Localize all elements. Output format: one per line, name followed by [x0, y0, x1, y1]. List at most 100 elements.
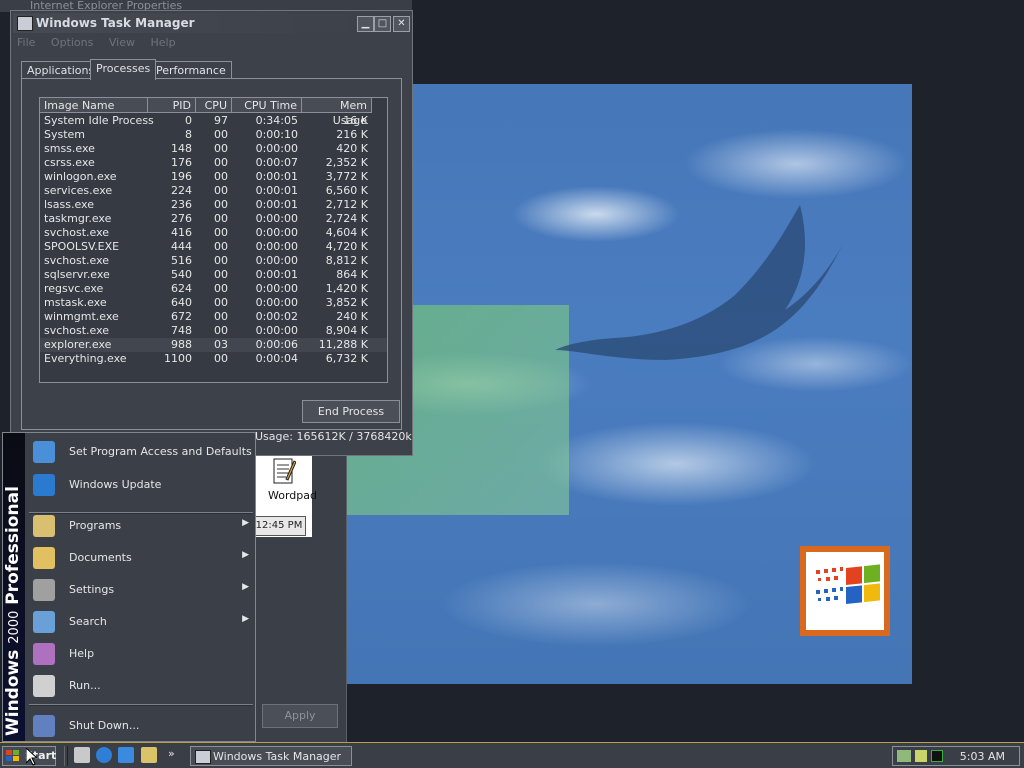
start-menu-item-set-program-access-and-defaults[interactable]: Set Program Access and Defaults — [27, 437, 255, 467]
cell-mem-usage: 2,724 K — [325, 212, 368, 225]
process-list[interactable]: Image Name PID CPU CPU Time Mem Usage Sy… — [39, 97, 388, 383]
cell-cpu-time: 0:34:05 — [255, 114, 298, 127]
task-manager-icon — [17, 16, 33, 31]
start-menu-item-documents[interactable]: Documents ▶ — [27, 543, 255, 573]
cell-mem-usage: 3,772 K — [325, 170, 368, 183]
cell-cpu-time: 0:00:04 — [255, 352, 298, 365]
show-desktop-icon[interactable] — [74, 747, 90, 763]
banner-version: 2000 — [7, 610, 22, 644]
apply-button[interactable]: Apply — [262, 704, 338, 728]
start-menu-item-windows-update[interactable]: Windows Update — [27, 470, 255, 500]
minimize-button[interactable]: ▁ — [357, 16, 374, 32]
start-menu-item-label: Help — [69, 647, 95, 660]
titlebar[interactable]: Windows Task Manager ▁ □ ✕ — [13, 13, 410, 33]
close-button[interactable]: ✕ — [393, 16, 410, 32]
process-row[interactable]: winlogon.exe 196 00 0:00:01 3,772 K — [40, 170, 387, 184]
menu-help[interactable]: Help — [150, 36, 175, 49]
process-row[interactable]: svchost.exe 748 00 0:00:00 8,904 K — [40, 324, 387, 338]
column-pid[interactable]: PID — [148, 98, 196, 113]
cell-pid: 416 — [171, 226, 192, 239]
cell-image-name: winlogon.exe — [44, 170, 117, 183]
task-button-task-manager[interactable]: Windows Task Manager — [190, 746, 352, 766]
shutdown-icon — [33, 715, 55, 737]
start-menu-item-run[interactable]: Run... — [27, 671, 255, 701]
process-row[interactable]: SPOOLSV.EXE 444 00 0:00:00 4,720 K — [40, 240, 387, 254]
cell-cpu-time: 0:00:01 — [255, 170, 298, 183]
cell-mem-usage: 6,560 K — [325, 184, 368, 197]
start-menu-item-label: Set Program Access and Defaults — [69, 445, 252, 458]
cell-mem-usage: 4,604 K — [325, 226, 368, 239]
windows-flag-icon — [6, 750, 19, 761]
cell-cpu: 00 — [214, 156, 228, 169]
cell-cpu: 00 — [214, 352, 228, 365]
column-mem-usage[interactable]: Mem Usage — [302, 98, 372, 127]
taskbar-divider — [64, 746, 68, 766]
tab-processes[interactable]: Processes — [90, 59, 157, 80]
process-row[interactable]: taskmgr.exe 276 00 0:00:00 2,724 K — [40, 212, 387, 226]
cell-cpu: 00 — [214, 310, 228, 323]
start-menu-item-shut-down[interactable]: Shut Down... — [27, 711, 255, 741]
start-menu-item-settings[interactable]: Settings ▶ — [27, 575, 255, 605]
process-row[interactable]: System 8 00 0:00:10 216 K — [40, 128, 387, 142]
cell-image-name: regsvc.exe — [44, 282, 104, 295]
menu-options[interactable]: Options — [51, 36, 93, 49]
cell-cpu-time: 0:00:01 — [255, 198, 298, 211]
process-row[interactable]: sqlservr.exe 540 00 0:00:01 864 K — [40, 268, 387, 282]
cell-cpu: 03 — [214, 338, 228, 351]
menu-file[interactable]: File — [17, 36, 35, 49]
process-row[interactable]: lsass.exe 236 00 0:00:01 2,712 K — [40, 198, 387, 212]
cell-cpu: 97 — [214, 114, 228, 127]
internet-explorer-icon[interactable] — [96, 747, 112, 763]
process-row[interactable]: winmgmt.exe 672 00 0:00:02 240 K — [40, 310, 387, 324]
cell-mem-usage: 1,420 K — [325, 282, 368, 295]
clock[interactable]: 5:03 AM — [960, 750, 1005, 763]
process-row[interactable]: explorer.exe 988 03 0:00:06 11,288 K — [40, 338, 387, 352]
menu-bar: File Options View Help — [17, 36, 188, 52]
start-menu-item-help[interactable]: Help — [27, 639, 255, 669]
process-row[interactable]: Everything.exe 1100 00 0:00:04 6,732 K — [40, 352, 387, 366]
cell-mem-usage: 2,712 K — [325, 198, 368, 211]
maximize-button[interactable]: □ — [374, 16, 391, 32]
process-row[interactable]: services.exe 224 00 0:00:01 6,560 K — [40, 184, 387, 198]
network-icon[interactable] — [897, 750, 911, 762]
process-row[interactable]: csrss.exe 176 00 0:00:07 2,352 K — [40, 156, 387, 170]
cell-image-name: csrss.exe — [44, 156, 95, 169]
column-cpu[interactable]: CPU — [196, 98, 232, 113]
explorer-icon[interactable] — [141, 747, 157, 763]
process-row[interactable]: regsvc.exe 624 00 0:00:00 1,420 K — [40, 282, 387, 296]
process-row[interactable]: smss.exe 148 00 0:00:00 420 K — [40, 142, 387, 156]
tab-performance[interactable]: Performance — [150, 61, 232, 79]
start-menu-item-label: Programs — [69, 519, 122, 532]
process-row[interactable]: mstask.exe 640 00 0:00:00 3,852 K — [40, 296, 387, 310]
column-cpu-time[interactable]: CPU Time — [232, 98, 302, 113]
cell-mem-usage: 8,904 K — [325, 324, 368, 337]
volume-icon[interactable] — [915, 750, 927, 762]
cell-mem-usage: 240 K — [336, 310, 368, 323]
memory-usage-status: Usage: 165612K / 3768420k — [255, 430, 412, 443]
process-row[interactable]: System Idle Process 0 97 0:34:05 16 K — [40, 114, 387, 128]
menu-view[interactable]: View — [109, 36, 135, 49]
process-row[interactable]: svchost.exe 516 00 0:00:00 8,812 K — [40, 254, 387, 268]
cell-image-name: Everything.exe — [44, 352, 127, 365]
submenu-arrow-icon: ▶ — [242, 518, 249, 528]
start-menu-item-label: Shut Down... — [69, 719, 140, 732]
processes-panel: Image Name PID CPU CPU Time Mem Usage Sy… — [21, 78, 402, 430]
banner-brand: Windows — [3, 649, 23, 736]
cell-cpu-time: 0:00:00 — [255, 254, 298, 267]
cpu-meter-icon[interactable] — [931, 750, 943, 762]
cell-pid: 1100 — [164, 352, 192, 365]
tab-applications[interactable]: Applications — [21, 61, 101, 79]
task-manager-icon — [195, 750, 211, 764]
outlook-express-icon[interactable] — [118, 747, 134, 763]
column-image-name[interactable]: Image Name — [40, 98, 148, 113]
start-menu-item-programs[interactable]: Programs ▶ — [27, 511, 255, 541]
cell-cpu-time: 0:00:01 — [255, 184, 298, 197]
cell-cpu-time: 0:00:00 — [255, 282, 298, 295]
cell-cpu: 00 — [214, 170, 228, 183]
quicklaunch-more-icon[interactable]: » — [168, 747, 175, 760]
end-process-button[interactable]: End Process — [302, 400, 400, 423]
process-row[interactable]: svchost.exe 416 00 0:00:00 4,604 K — [40, 226, 387, 240]
start-menu-item-label: Run... — [69, 679, 101, 692]
start-menu-item-search[interactable]: Search ▶ — [27, 607, 255, 637]
cell-cpu: 00 — [214, 128, 228, 141]
